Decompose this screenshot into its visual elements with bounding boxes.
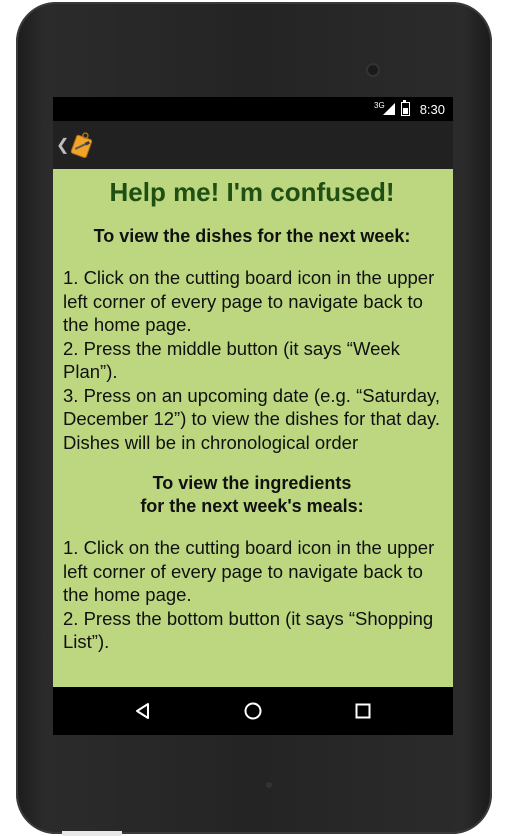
home-circle-icon[interactable] xyxy=(243,701,263,721)
dishes-steps: 1. Click on the cutting board icon in th… xyxy=(63,266,441,454)
status-icons: 3G 8:30 xyxy=(374,100,445,117)
section-heading-dishes: To view the dishes for the next week: xyxy=(93,226,411,246)
status-bar: 3G 8:30 xyxy=(53,97,453,121)
device-sensor xyxy=(266,782,272,788)
page-title: Help me! I'm confused! xyxy=(109,177,395,207)
heading-line: To view the ingredients xyxy=(152,473,352,493)
device-screen: 3G 8:30 ❮ Help me! I'm confused! To view… xyxy=(53,97,453,735)
action-bar: ❮ xyxy=(53,121,453,169)
window-edge xyxy=(62,831,122,836)
heading-line: for the next week's meals: xyxy=(140,496,364,516)
list-item: 2. Press the bottom button (it says “Sho… xyxy=(63,607,434,653)
recents-square-icon[interactable] xyxy=(353,701,373,721)
cutting-board-icon[interactable] xyxy=(68,131,96,159)
back-triangle-icon[interactable] xyxy=(133,701,153,721)
list-item: 2. Press the middle button (it says “Wee… xyxy=(63,337,400,383)
battery-icon xyxy=(400,100,410,116)
status-time: 8:30 xyxy=(419,101,445,117)
help-content: Help me! I'm confused! To view the dishe… xyxy=(53,169,453,687)
network-type: 3G xyxy=(374,100,385,110)
system-nav-bar xyxy=(53,687,453,735)
section-heading-ingredients: To view the ingredients for the next wee… xyxy=(63,472,441,518)
list-item: 3. Press on an upcoming date (e.g. “Satu… xyxy=(63,384,441,453)
list-item: 1. Click on the cutting board icon in th… xyxy=(63,267,435,335)
list-item: 1. Click on the cutting board icon in th… xyxy=(63,537,435,605)
ingredients-steps: 1. Click on the cutting board icon in th… xyxy=(63,536,441,654)
front-camera xyxy=(368,65,378,75)
